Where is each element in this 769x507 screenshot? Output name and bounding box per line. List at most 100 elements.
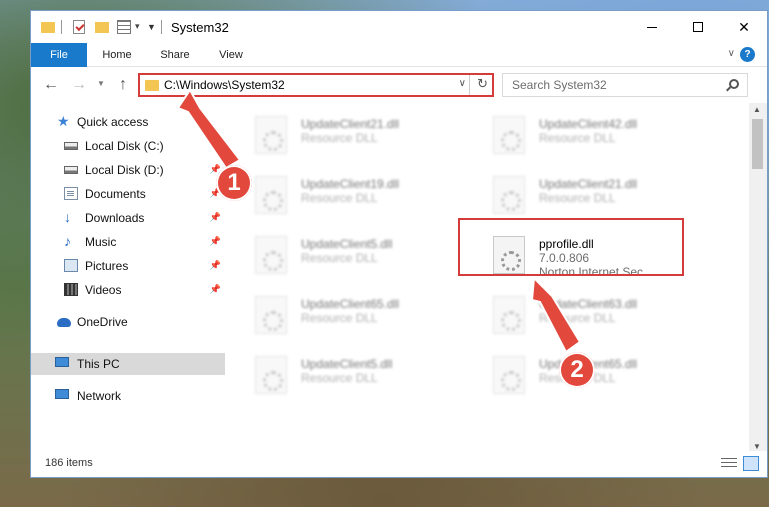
sidebar-item-label: Documents (85, 187, 146, 201)
sidebar-item-videos[interactable]: Videos 📌 (31, 279, 225, 301)
sidebar-item-label: Local Disk (D:) (85, 163, 164, 177)
list-item[interactable]: UpdateClient5.dll Resource DLL (231, 351, 451, 401)
file-type: Resource DLL (539, 131, 616, 145)
quick-access-separator (61, 20, 62, 34)
expand-ribbon-icon[interactable]: ∨ (728, 48, 735, 59)
dll-file-icon (255, 296, 287, 334)
sidebar-item-label: Pictures (85, 259, 129, 273)
tab-file[interactable]: File (31, 43, 87, 67)
properties-icon[interactable] (73, 20, 85, 34)
list-item[interactable]: UpdateClient42.dll Resource DLL (469, 111, 689, 161)
sidebar-item-documents[interactable]: Documents 📌 (31, 183, 225, 205)
list-item[interactable]: UpdateClient19.dll Resource DLL (231, 171, 451, 221)
dll-file-icon (493, 356, 525, 394)
pin-icon[interactable]: 📌 (210, 212, 221, 223)
sidebar-item-network[interactable]: Network (31, 385, 225, 407)
dll-file-icon (255, 176, 287, 214)
sidebar-item-label: This PC (77, 357, 120, 371)
pin-icon[interactable]: 📌 (210, 236, 221, 247)
folder-icon (41, 22, 55, 33)
file-list: UpdateClient21.dll Resource DLL UpdateCl… (227, 103, 741, 453)
window-title: System32 (171, 20, 229, 35)
scroll-up-icon[interactable]: ▲ (753, 105, 761, 114)
dll-file-icon (255, 116, 287, 154)
documents-icon (64, 187, 78, 200)
help-icon[interactable]: ? (740, 47, 755, 62)
ribbon-tabs: File Home Share View ∨ ? (31, 43, 767, 67)
tab-view[interactable]: View (211, 43, 251, 67)
refresh-icon[interactable]: ↻ (477, 76, 488, 92)
file-type: Resource DLL (301, 251, 378, 265)
close-button[interactable]: ✕ (721, 11, 767, 43)
vertical-scrollbar[interactable]: ▲ ▼ (749, 103, 767, 453)
sidebar-item-label: Quick access (77, 115, 149, 129)
new-folder-icon[interactable] (95, 22, 109, 33)
videos-icon (64, 283, 78, 296)
item-count: 186 items (45, 457, 93, 469)
customize-toolbar-icon[interactable]: ▼ (147, 22, 156, 32)
sidebar-item-label: Network (77, 389, 122, 403)
file-type: Resource DLL (301, 191, 378, 205)
scrollbar-thumb[interactable] (752, 119, 763, 169)
back-button[interactable]: ← (41, 76, 61, 94)
sidebar-item-label: Videos (85, 283, 122, 297)
sidebar-item-label: Downloads (85, 211, 145, 225)
maximize-icon (693, 22, 703, 32)
sidebar-item-pictures[interactable]: Pictures 📌 (31, 255, 225, 277)
list-item[interactable]: UpdateClient63.dll Resource DLL (469, 291, 689, 341)
tab-share[interactable]: Share (155, 43, 195, 67)
chevron-down-icon[interactable]: ∨ (459, 78, 466, 89)
minimize-button[interactable] (629, 11, 675, 43)
sidebar-item-downloads[interactable]: ↓ Downloads 📌 (31, 207, 225, 229)
address-bar[interactable]: C:\Windows\System32 ∨ ↻ (138, 73, 494, 97)
sidebar-item-label: Music (85, 235, 117, 249)
scroll-down-icon[interactable]: ▼ (753, 442, 761, 451)
close-icon: ✕ (738, 18, 750, 35)
up-button[interactable]: ↑ (113, 76, 133, 94)
details-view-icon[interactable] (721, 458, 737, 469)
maximize-button[interactable] (675, 11, 721, 43)
sidebar-item-local-disk-c[interactable]: Local Disk (C:) (31, 135, 225, 157)
file-name: UpdateClient21.dll (539, 177, 638, 191)
list-item[interactable]: UpdateClient21.dll Resource DLL (231, 111, 451, 161)
tab-home[interactable]: Home (97, 43, 137, 67)
view-options-icon[interactable] (117, 20, 131, 34)
sidebar-item-this-pc[interactable]: This PC (31, 353, 225, 375)
recent-locations-icon[interactable]: ▼ (91, 79, 111, 88)
sidebar-item-quick-access[interactable]: ★ Quick access (31, 111, 225, 133)
sidebar-item-local-disk-d[interactable]: Local Disk (D:) 📌 (31, 159, 225, 181)
sidebar-item-onedrive[interactable]: OneDrive (31, 311, 225, 333)
list-item[interactable]: UpdateClient65.dll Resource DLL (231, 291, 451, 341)
dll-file-icon (493, 116, 525, 154)
search-input[interactable]: Search System32 (502, 73, 748, 97)
navigation-pane: ★ Quick access Local Disk (C:) Local Dis… (31, 103, 225, 453)
star-icon: ★ (57, 113, 70, 129)
list-item[interactable]: UpdateClient5.dll Resource DLL (231, 231, 451, 281)
file-name: UpdateClient5.dll (301, 357, 393, 371)
file-name: UpdateClient5.dll (301, 237, 393, 251)
dll-file-icon (255, 236, 287, 274)
address-separator (469, 75, 470, 95)
navigation-bar: ← → ▼ ↑ C:\Windows\System32 ∨ ↻ Search S… (31, 67, 767, 103)
address-path[interactable]: C:\Windows\System32 (164, 78, 285, 92)
title-bar: ▾ ▼ System32 ✕ (31, 11, 767, 43)
pictures-icon (64, 259, 78, 272)
music-icon: ♪ (64, 233, 71, 249)
file-type: Resource DLL (301, 371, 378, 385)
list-item[interactable]: UpdateClient21.dll Resource DLL (469, 171, 689, 221)
title-separator (161, 20, 162, 34)
pin-icon[interactable]: 📌 (210, 260, 221, 271)
forward-button[interactable]: → (69, 76, 89, 94)
file-type: Resource DLL (301, 131, 378, 145)
highlight-box (458, 218, 684, 276)
dll-file-icon (255, 356, 287, 394)
large-icons-view-icon[interactable] (743, 456, 759, 471)
chevron-down-icon[interactable]: ▾ (135, 21, 140, 32)
sidebar-item-music[interactable]: ♪ Music 📌 (31, 231, 225, 253)
pin-icon[interactable]: 📌 (210, 284, 221, 295)
file-name: UpdateClient65.dll (301, 297, 400, 311)
drive-icon (64, 166, 78, 174)
search-icon[interactable] (729, 79, 739, 89)
file-name: UpdateClient19.dll (301, 177, 400, 191)
minimize-icon (647, 26, 657, 28)
